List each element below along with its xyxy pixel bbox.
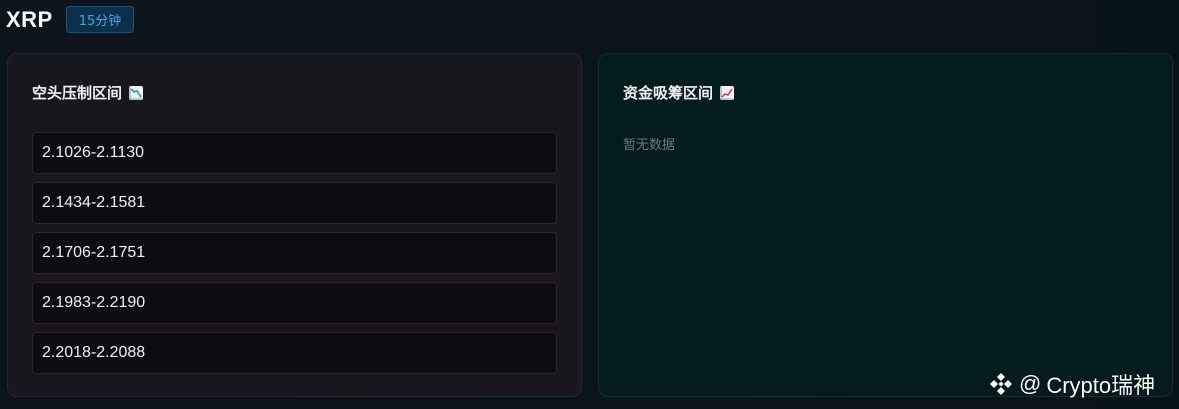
bull-panel-title: 资金吸筹区间 bbox=[623, 82, 735, 103]
zone-range: 2.1706-2.1751 bbox=[42, 244, 146, 261]
zone-row[interactable]: 2.2018-2.2088 bbox=[32, 332, 557, 374]
zone-row[interactable]: 2.1026-2.1130 bbox=[32, 132, 557, 174]
bull-accumulation-panel: 资金吸筹区间 暂无数据 bbox=[598, 53, 1173, 397]
watermark: @ Crypto瑞神 bbox=[988, 368, 1155, 400]
chart-decreasing-icon bbox=[129, 85, 144, 100]
bull-panel-title-label: 资金吸筹区间 bbox=[623, 84, 714, 102]
zone-range: 2.1026-2.1130 bbox=[42, 144, 145, 161]
bear-zone-list: 2.1026-2.1130 2.1434-2.1581 2.1706-2.175… bbox=[32, 132, 557, 382]
bear-panel-title-label: 空头压制区间 bbox=[32, 84, 123, 102]
watermark-at: @ bbox=[1019, 371, 1042, 396]
zone-row[interactable]: 2.1983-2.2190 bbox=[32, 282, 557, 324]
zone-range: 2.1983-2.2190 bbox=[42, 294, 146, 311]
bear-pressure-panel: 空头压制区间 2.1026-2.1130 2.1434-2.1581 2.170… bbox=[7, 53, 582, 397]
bear-panel-title: 空头压制区间 bbox=[32, 82, 144, 103]
zone-range: 2.1434-2.1581 bbox=[42, 194, 146, 211]
chart-increasing-icon bbox=[720, 85, 735, 100]
zone-row[interactable]: 2.1706-2.1751 bbox=[32, 232, 557, 274]
header: XRP 15分钟 bbox=[6, 6, 135, 33]
zone-row[interactable]: 2.1434-2.1581 bbox=[32, 182, 557, 224]
page: XRP 15分钟 空头压制区间 2.1026-2.1130 2.1434-2.1… bbox=[0, 0, 1179, 409]
zone-range: 2.2018-2.2088 bbox=[42, 344, 146, 361]
symbol-title: XRP bbox=[6, 6, 53, 32]
timeframe-badge[interactable]: 15分钟 bbox=[65, 6, 135, 33]
watermark-handle: Crypto瑞神 bbox=[1046, 373, 1156, 398]
empty-state-text: 暂无数据 bbox=[623, 138, 676, 153]
binance-logo-icon bbox=[990, 373, 1012, 395]
